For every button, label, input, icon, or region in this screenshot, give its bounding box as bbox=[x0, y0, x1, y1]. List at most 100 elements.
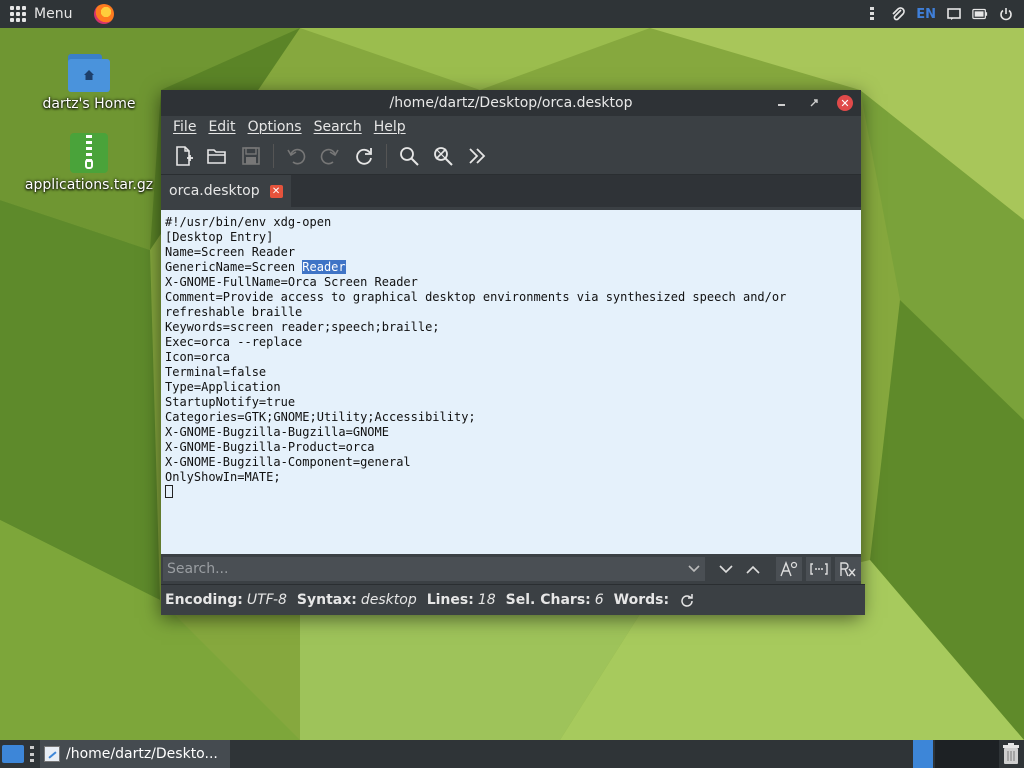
menu-options[interactable]: Options bbox=[242, 119, 308, 135]
refresh-icon bbox=[681, 594, 693, 607]
maximize-icon[interactable] bbox=[805, 94, 823, 112]
tab-orca-desktop[interactable]: orca.desktop ✕ bbox=[161, 175, 291, 207]
bottom-taskbar: /home/dartz/Deskto... bbox=[0, 740, 1024, 768]
syntax-value: desktop bbox=[360, 592, 417, 608]
text-line: OnlyShowIn=MATE; bbox=[165, 470, 281, 484]
trash-icon[interactable] bbox=[1002, 743, 1020, 765]
search-bar: Search... bbox=[161, 554, 861, 584]
regex-icon bbox=[840, 562, 856, 577]
battery-icon[interactable] bbox=[972, 6, 988, 22]
search-input[interactable]: Search... bbox=[163, 557, 705, 581]
lines-value: 18 bbox=[477, 592, 496, 608]
open-folder-icon bbox=[207, 149, 226, 164]
workspace-switcher[interactable] bbox=[935, 740, 999, 768]
desktop-icon-home[interactable]: dartz's Home bbox=[19, 54, 159, 112]
text-line: Keywords=screen reader;speech;braille; bbox=[165, 320, 440, 334]
syntax-label: Syntax: bbox=[296, 592, 357, 608]
desktop-icon-archive[interactable]: applications.tar.gz bbox=[19, 133, 159, 193]
new-file-icon bbox=[176, 146, 193, 166]
menu-search[interactable]: Search bbox=[308, 119, 368, 135]
reload-icon bbox=[356, 148, 372, 165]
lines-label: Lines: bbox=[426, 592, 474, 608]
close-window-icon[interactable]: ✕ bbox=[837, 95, 853, 111]
text-line: Icon=orca bbox=[165, 350, 231, 364]
text-selection: Reader bbox=[302, 260, 346, 274]
text-line: X-GNOME-FullName=Orca Screen Reader bbox=[165, 275, 418, 289]
tab-label: orca.desktop bbox=[169, 183, 260, 199]
goto-line-button[interactable] bbox=[461, 141, 493, 171]
apps-grid-icon bbox=[10, 6, 26, 22]
top-panel: Menu EN bbox=[0, 0, 1024, 28]
find-previous-button[interactable] bbox=[741, 557, 767, 581]
toolbar bbox=[161, 138, 861, 175]
window-titlebar[interactable]: /home/dartz/Desktop/orca.desktop ✕ bbox=[161, 90, 861, 116]
drag-handle-icon[interactable] bbox=[30, 746, 36, 762]
firefox-icon[interactable] bbox=[94, 4, 115, 24]
system-tray: EN bbox=[864, 6, 1024, 22]
menu-help[interactable]: Help bbox=[368, 119, 412, 135]
regex-toggle[interactable] bbox=[835, 557, 861, 581]
text-line: X-GNOME-Bugzilla-Product=orca bbox=[165, 440, 375, 454]
window-title: /home/dartz/Desktop/orca.desktop bbox=[389, 95, 633, 111]
whole-word-toggle[interactable] bbox=[805, 557, 832, 581]
power-icon[interactable] bbox=[998, 6, 1014, 22]
double-chevron-right-icon bbox=[469, 148, 486, 164]
tab-bar: orca.desktop ✕ bbox=[161, 175, 861, 207]
menu-button[interactable]: Menu bbox=[0, 0, 78, 28]
sel-chars-value: 6 bbox=[594, 592, 604, 608]
text-line: GenericName=Screen bbox=[165, 260, 303, 274]
new-file-button[interactable] bbox=[167, 141, 199, 171]
find-next-button[interactable] bbox=[713, 557, 739, 581]
text-line: X-GNOME-Bugzilla-Bugzilla=GNOME bbox=[165, 425, 389, 439]
search-placeholder: Search... bbox=[167, 561, 229, 577]
text-line: [Desktop Entry] bbox=[165, 230, 274, 244]
redo-button[interactable] bbox=[314, 141, 346, 171]
keyboard-layout-indicator[interactable]: EN bbox=[916, 6, 936, 22]
taskbar-window-item[interactable]: /home/dartz/Deskto... bbox=[40, 740, 230, 768]
toolbar-separator bbox=[273, 144, 274, 168]
close-tab-icon[interactable]: ✕ bbox=[269, 184, 283, 198]
archive-icon bbox=[70, 133, 108, 173]
notifications-icon[interactable] bbox=[946, 6, 962, 22]
text-line: Comment=Provide access to graphical desk… bbox=[165, 290, 787, 304]
chevron-down-icon[interactable] bbox=[683, 562, 705, 576]
save-file-button[interactable] bbox=[235, 141, 267, 171]
text-line: Categories=GTK;GNOME;Utility;Accessibili… bbox=[165, 410, 476, 424]
toolbar-separator bbox=[386, 144, 387, 168]
workspace-1-button[interactable] bbox=[913, 740, 933, 768]
text-cursor bbox=[165, 485, 173, 498]
redo-icon bbox=[320, 148, 339, 165]
text-line: Exec=orca --replace bbox=[165, 335, 303, 349]
whole-word-icon bbox=[809, 563, 828, 575]
words-label: Words: bbox=[613, 592, 670, 608]
menubar: File Edit Options Search Help bbox=[161, 116, 861, 138]
text-line: Terminal=false bbox=[165, 365, 267, 379]
show-desktop-button[interactable] bbox=[2, 745, 24, 763]
find-button[interactable] bbox=[393, 141, 425, 171]
paperclip-icon[interactable] bbox=[890, 6, 906, 22]
text-editor-icon bbox=[44, 746, 60, 762]
status-bar: Encoding: UTF-8 Syntax: desktop Lines: 1… bbox=[161, 584, 865, 615]
text-editor-area[interactable]: #!/usr/bin/env xdg-open [Desktop Entry] … bbox=[161, 210, 861, 554]
text-line: refreshable braille bbox=[165, 305, 303, 319]
chevron-up-icon bbox=[746, 565, 760, 574]
desktop-icon-label: dartz's Home bbox=[42, 96, 136, 112]
text-line: Type=Application bbox=[165, 380, 281, 394]
match-case-toggle[interactable] bbox=[776, 557, 802, 581]
match-case-icon bbox=[780, 561, 798, 577]
desktop-icon-label: applications.tar.gz bbox=[24, 177, 154, 193]
menu-label: Menu bbox=[34, 6, 73, 22]
undo-button[interactable] bbox=[280, 141, 312, 171]
taskbar-window-label: /home/dartz/Deskto... bbox=[66, 746, 218, 762]
drag-handle-icon[interactable] bbox=[864, 6, 880, 22]
home-folder-icon bbox=[68, 54, 110, 92]
find-replace-button[interactable] bbox=[427, 141, 459, 171]
open-file-button[interactable] bbox=[201, 141, 233, 171]
menu-file[interactable]: File bbox=[167, 119, 202, 135]
menu-edit[interactable]: Edit bbox=[202, 119, 241, 135]
find-replace-icon bbox=[434, 147, 453, 166]
refresh-count-button[interactable] bbox=[677, 590, 697, 610]
reload-button[interactable] bbox=[348, 141, 380, 171]
minimize-icon[interactable] bbox=[773, 94, 791, 112]
text-line: Name=Screen Reader bbox=[165, 245, 296, 259]
